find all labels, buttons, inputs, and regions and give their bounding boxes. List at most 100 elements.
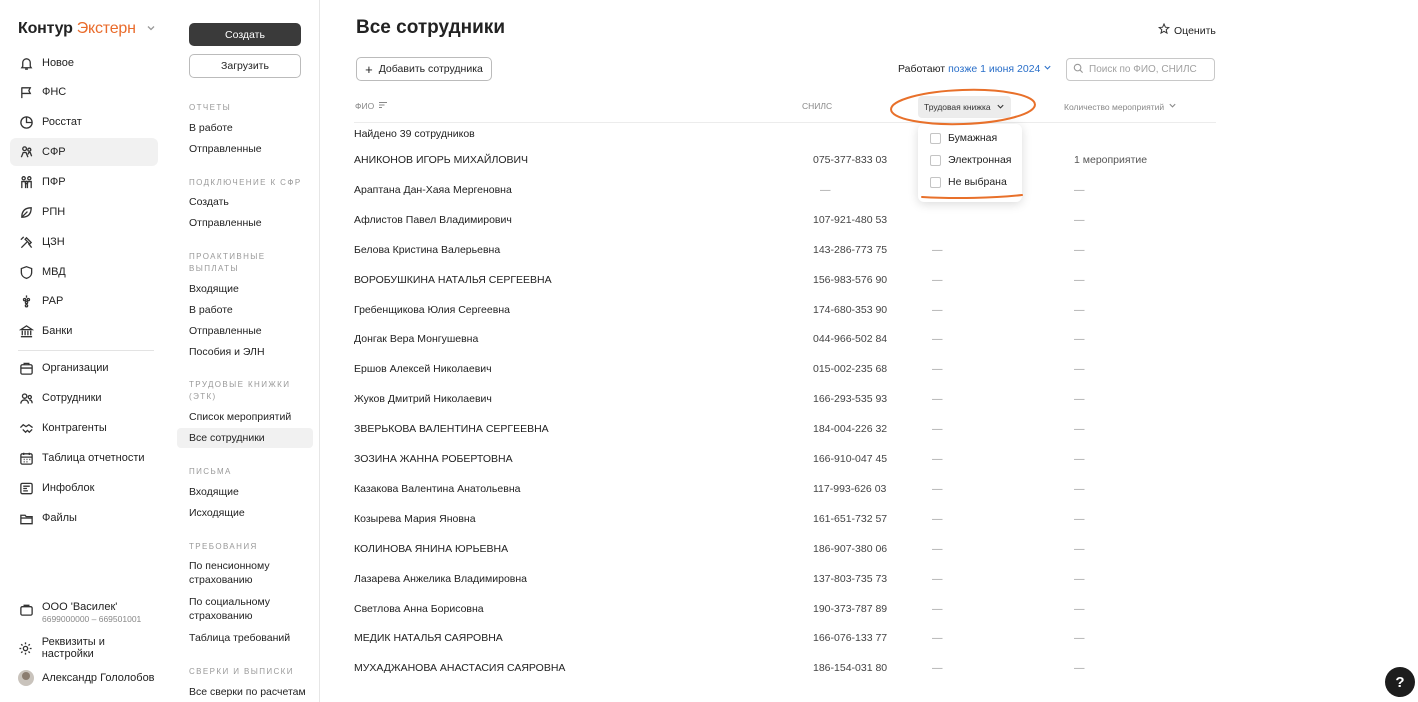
table-row[interactable]: Гребенщикова Юлия Сергеевна 174-680-353 9… xyxy=(354,304,1216,334)
section-link[interactable]: Таблица требований xyxy=(189,631,309,645)
employee-work-book: — xyxy=(932,602,943,615)
section-link[interactable]: Входящие xyxy=(189,485,309,499)
family-icon xyxy=(18,174,34,190)
employee-events: — xyxy=(1074,512,1085,525)
employee-work-book: — xyxy=(932,482,943,495)
table-row[interactable]: ВОРОБУШКИНА НАТАЛЬЯ СЕРГЕЕВНА 156-983-576… xyxy=(354,274,1216,304)
column-filter-events-count[interactable]: Количество мероприятий xyxy=(1064,101,1177,112)
column-filter-work-book[interactable]: Трудовая книжка xyxy=(918,96,1011,118)
chevron-down-icon[interactable] xyxy=(1043,63,1052,75)
rate-button[interactable]: Оценить xyxy=(1157,22,1216,38)
brand-logo[interactable]: Контур Экстерн xyxy=(18,20,156,38)
users-icon xyxy=(18,390,34,406)
employee-work-book: — xyxy=(932,363,943,376)
settings-link[interactable]: Реквизиты и настройки xyxy=(10,634,158,662)
nav-item-8[interactable]: РАР xyxy=(10,287,158,315)
upload-button[interactable]: Загрузить xyxy=(189,54,301,78)
employee-snils: 117-993-626 03 xyxy=(813,482,887,495)
section-link[interactable]: По социальному страхованию xyxy=(189,595,309,623)
table-row[interactable]: АНИКОНОВ ИГОРЬ МИХАЙЛОВИЧ 075-377-833 03 1… xyxy=(354,154,1216,184)
filter-option-electronic[interactable]: Электронная xyxy=(930,154,1012,166)
table-row[interactable]: Ершов Алексей Николаевич 015-002-235 68 — — xyxy=(354,363,1216,393)
checkbox[interactable] xyxy=(930,132,941,144)
checkbox[interactable] xyxy=(930,176,941,188)
employee-snils: 174-680-353 90 xyxy=(813,303,888,316)
nav-item-label: РПН xyxy=(42,206,66,218)
table-row[interactable]: Белова Кристина Валерьевна 143-286-773 75… xyxy=(354,244,1216,274)
chevron-down-icon[interactable] xyxy=(146,22,156,36)
nav-item-10[interactable]: Организации xyxy=(10,354,158,382)
nav-item-14[interactable]: Инфоблок xyxy=(10,474,158,502)
employee-name: Гребенщикова Юлия Сергеевна xyxy=(354,303,510,316)
section-link[interactable]: Отправленные xyxy=(189,216,309,230)
table-row[interactable]: Араптана Дан-Хаяа Мергеновна — — xyxy=(354,184,1216,214)
main-navigation: Контур Экстерн Новое ФНС Росстат СФР ПФР РПН ЦЗ… xyxy=(0,0,170,702)
section-link[interactable]: В работе xyxy=(189,121,309,135)
nav-item-7[interactable]: МВД xyxy=(10,258,158,286)
employee-snils: 015-002-235 68 xyxy=(813,363,888,376)
employee-name: Афлистов Павел Владимирович xyxy=(354,213,512,226)
section-link[interactable]: Пособия и ЭЛН xyxy=(189,345,309,359)
employee-events: — xyxy=(1074,662,1085,675)
nav-item-0[interactable]: Новое xyxy=(10,49,158,77)
section-title: ПИСЬМА xyxy=(189,467,232,476)
create-button[interactable]: Создать xyxy=(189,23,301,46)
table-row[interactable]: Казакова Валентина Анатольевна 117-993-62… xyxy=(354,483,1216,513)
nav-item-3[interactable]: СФР xyxy=(10,138,158,166)
nav-item-15[interactable]: Файлы xyxy=(10,504,158,532)
table-row[interactable]: Афлистов Павел Владимирович 107-921-480 5… xyxy=(354,214,1216,244)
nav-item-12[interactable]: Контрагенты xyxy=(10,414,158,442)
employee-name: Казакова Валентина Анатольевна xyxy=(354,482,521,495)
table-row[interactable]: Лазарева Анжелика Владимировна 137-803-73… xyxy=(354,573,1216,603)
employee-events: — xyxy=(1074,183,1085,196)
bank-icon xyxy=(18,323,34,339)
table-row[interactable]: МУХАДЖАНОВА АНАСТАСИЯ САЯРОВНА 186-154-03… xyxy=(354,662,1216,692)
sort-icon[interactable] xyxy=(378,101,388,111)
table-row[interactable]: Донгак Вера Монгушевна 044-966-502 84 — — xyxy=(354,333,1216,363)
table-row[interactable]: Жуков Дмитрий Николаевич 166-293-535 93 — — xyxy=(354,393,1216,423)
nav-item-label: МВД xyxy=(42,266,66,278)
nav-item-2[interactable]: Росстат xyxy=(10,108,158,136)
search-input[interactable] xyxy=(1089,64,1209,75)
table-row[interactable]: ЗОЗИНА ЖАННА РОБЕРТОВНА 166-910-047 45 — — xyxy=(354,453,1216,483)
organization-switcher[interactable]: ООО 'Василек' 6699000000 – 669501001 xyxy=(10,596,158,630)
nav-item-1[interactable]: ФНС xyxy=(10,78,158,106)
table-row[interactable]: ЗВЕРЬКОВА ВАЛЕНТИНА СЕРГЕЕВНА 184-004-226… xyxy=(354,423,1216,453)
employee-events: — xyxy=(1074,243,1085,256)
works-date-dropdown[interactable]: позже 1 июня 2024 xyxy=(948,63,1040,75)
section-link[interactable]: Все сверки по расчетам xyxy=(189,685,309,699)
section-link[interactable]: По пенсионному страхованию xyxy=(189,559,309,587)
column-header-fio[interactable]: ФИО xyxy=(355,101,388,111)
nav-item-5[interactable]: РПН xyxy=(10,198,158,226)
nav-item-4[interactable]: ПФР xyxy=(10,168,158,196)
nav-item-11[interactable]: Сотрудники xyxy=(10,384,158,412)
filter-option-not-selected[interactable]: Не выбрана xyxy=(930,176,1007,188)
column-header-snils: СНИЛС xyxy=(802,101,832,111)
nav-item-6[interactable]: ЦЗН xyxy=(10,228,158,256)
section-link[interactable]: Отправленные xyxy=(189,142,309,156)
table-row[interactable]: КОЛИНОВА ЯНИНА ЮРЬЕВНА 186-907-380 06 — — xyxy=(354,543,1216,573)
table-row[interactable]: Козырева Мария Яновна 161-651-732 57 — — xyxy=(354,513,1216,543)
employee-events: — xyxy=(1074,572,1085,585)
nav-item-13[interactable]: Таблица отчетности xyxy=(10,444,158,472)
section-link[interactable]: Создать xyxy=(189,195,309,209)
checkbox[interactable] xyxy=(930,154,941,166)
help-button[interactable]: ? xyxy=(1385,667,1415,697)
employee-events: — xyxy=(1074,273,1085,286)
user-profile[interactable]: Александр Гололобов xyxy=(10,664,158,692)
section-link[interactable]: В работе xyxy=(189,303,309,317)
section-link[interactable]: Исходящие xyxy=(189,506,309,520)
nav-item-9[interactable]: Банки xyxy=(10,317,158,345)
briefcase-icon xyxy=(18,601,34,617)
employee-snils: 186-907-380 06 xyxy=(813,542,888,555)
star-icon xyxy=(1157,22,1171,38)
section-link[interactable]: Список мероприятий xyxy=(189,410,309,424)
section-link[interactable]: Входящие xyxy=(189,282,309,296)
table-row[interactable]: Светлова Анна Борисовна 190-373-787 89 — — xyxy=(354,603,1216,633)
section-link[interactable]: Отправленные xyxy=(189,324,309,338)
table-row[interactable]: МЕДИК НАТАЛЬЯ САЯРОВНА 166-076-133 77 — — xyxy=(354,632,1216,662)
filter-option-paper[interactable]: Бумажная xyxy=(930,132,997,144)
section-link[interactable]: Все сотрудники xyxy=(177,428,313,448)
search-box[interactable] xyxy=(1066,58,1215,81)
add-employee-button[interactable]: + Добавить сотрудника xyxy=(356,57,492,81)
